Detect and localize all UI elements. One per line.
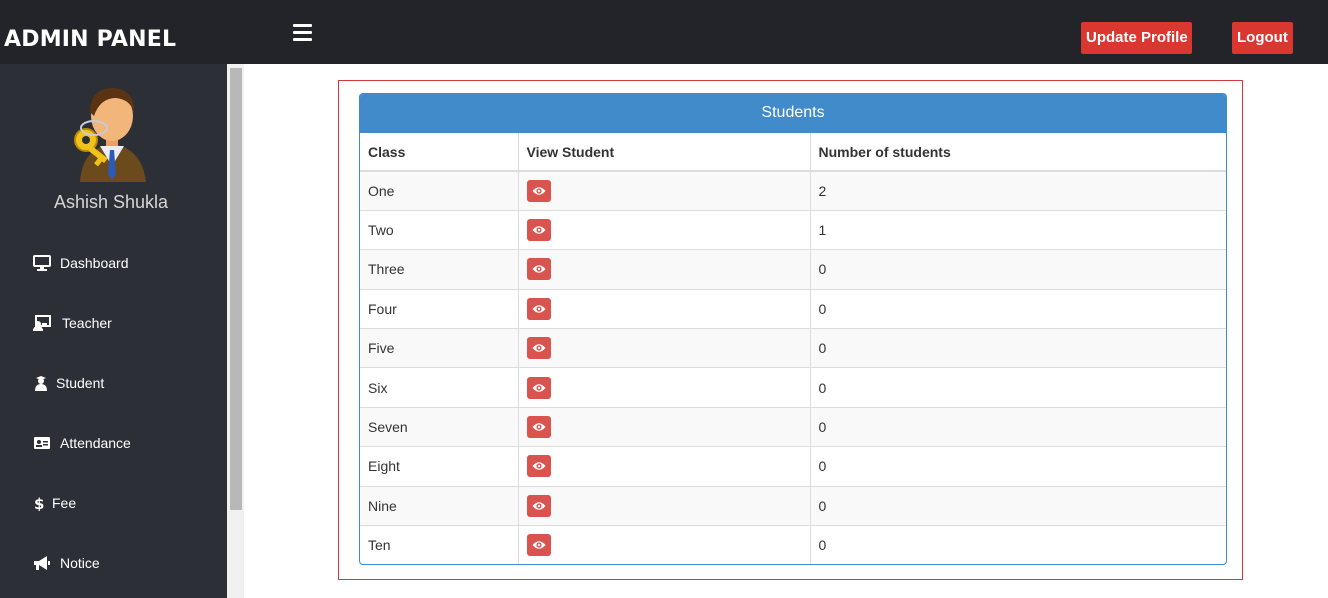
view-student-cell: [518, 170, 811, 211]
sidebar-item-label: Fee: [52, 495, 77, 511]
eye-icon: [532, 344, 545, 352]
view-student-button[interactable]: [526, 179, 551, 202]
logout-button[interactable]: Logout: [1232, 22, 1293, 54]
view-student-button[interactable]: [526, 297, 551, 320]
table-row: Eight 0: [360, 446, 1226, 487]
student-count-cell: 0: [810, 446, 1226, 487]
table-row: Seven 0: [360, 406, 1226, 447]
top-navbar: ADMIN PANEL Update Profile Logout: [0, 0, 1328, 64]
class-name-cell: Six: [360, 367, 519, 408]
table-row: Two 1: [360, 209, 1226, 250]
update-profile-button[interactable]: Update Profile: [1081, 22, 1192, 54]
view-student-button[interactable]: [526, 494, 551, 517]
class-name-cell: Two: [360, 209, 519, 250]
sidebar-item-label: Attendance: [60, 435, 131, 451]
eye-icon: [532, 541, 545, 550]
eye-icon: [532, 423, 545, 431]
eye-icon: [532, 265, 545, 274]
panel-title: Students: [360, 94, 1226, 133]
student-count-cell: 1: [810, 209, 1226, 250]
dollar-icon: $: [34, 495, 44, 511]
table-row: Five 0: [360, 328, 1226, 368]
table-row: Nine 0: [360, 485, 1226, 526]
sidebar-item-teacher[interactable]: Teacher: [0, 303, 227, 343]
sidebar-item-attendance[interactable]: Attendance: [0, 423, 227, 463]
teacher-icon: [33, 315, 51, 331]
view-student-cell: [518, 406, 811, 447]
table-header-row: Class View Student Number of students: [360, 133, 1226, 172]
eye-icon: [532, 187, 545, 195]
student-count-cell: 2: [810, 170, 1226, 211]
user-name: Ashish Shukla: [53, 192, 169, 212]
eye-icon: [532, 305, 545, 313]
sidebar-item-student[interactable]: Student: [0, 363, 227, 403]
sidebar-item-label: Student: [56, 375, 105, 391]
student-count-cell: 0: [810, 367, 1226, 408]
id-card-icon: [34, 437, 50, 449]
sidebar-item-notice[interactable]: Notice: [0, 543, 227, 583]
eye-icon: [532, 462, 545, 471]
class-name-cell: Three: [360, 249, 519, 290]
table-row: Four 0: [360, 288, 1226, 329]
column-header-class: Class: [360, 133, 519, 172]
eye-icon: [532, 383, 545, 392]
student-count-cell: 0: [810, 328, 1226, 368]
class-name-cell: Eight: [360, 446, 519, 487]
view-student-cell: [518, 288, 811, 329]
class-name-cell: Nine: [360, 485, 519, 526]
eye-icon: [532, 226, 545, 234]
students-table: Class View Student Number of students On…: [360, 133, 1226, 564]
student-count-cell: 0: [810, 485, 1226, 526]
table-row: Three 0: [360, 249, 1226, 290]
class-name-cell: Ten: [360, 525, 519, 564]
table-row: Ten 0: [360, 525, 1226, 564]
view-student-cell: [518, 209, 811, 250]
sidebar-item-dashboard[interactable]: Dashboard: [0, 243, 227, 283]
student-count-cell: 0: [810, 525, 1226, 564]
table-row: One 2: [360, 170, 1226, 211]
admin-avatar-icon: [74, 88, 146, 182]
column-header-view-student: View Student: [518, 133, 811, 172]
table-row: Six 0: [360, 367, 1226, 408]
class-name-cell: Seven: [360, 406, 519, 447]
class-name-cell: One: [360, 170, 519, 211]
student-count-cell: 0: [810, 249, 1226, 290]
view-student-button[interactable]: [526, 416, 551, 439]
class-name-cell: Five: [360, 328, 519, 368]
sidebar: Ashish Shukla Dashboard Teacher Student: [0, 64, 227, 598]
svg-text:$: $: [34, 495, 44, 511]
view-student-cell: [518, 249, 811, 290]
view-student-button[interactable]: [526, 455, 551, 478]
sidebar-item-label: Dashboard: [60, 255, 129, 271]
view-student-cell: [518, 525, 811, 564]
column-header-number-of-students: Number of students: [810, 133, 1226, 172]
bullhorn-icon: [34, 556, 50, 570]
view-student-button[interactable]: [526, 376, 551, 399]
view-student-button[interactable]: [526, 258, 551, 281]
view-student-button[interactable]: [526, 534, 551, 557]
sidebar-item-fee[interactable]: $ Fee: [0, 483, 227, 523]
menu-toggle-icon[interactable]: [293, 24, 312, 41]
view-student-cell: [518, 328, 811, 368]
brand-title: ADMIN PANEL: [4, 27, 177, 52]
student-icon: [35, 376, 47, 391]
sidebar-item-label: Teacher: [62, 315, 112, 331]
view-student-button[interactable]: [526, 337, 551, 360]
sidebar-item-label: Notice: [60, 555, 100, 571]
class-name-cell: Four: [360, 288, 519, 329]
student-count-cell: 0: [810, 288, 1226, 329]
student-count-cell: 0: [810, 406, 1226, 447]
view-student-button[interactable]: [526, 219, 551, 242]
view-student-cell: [518, 367, 811, 408]
students-panel: Students Class View Student Number of st…: [359, 93, 1227, 565]
monitor-icon: [33, 255, 51, 271]
view-student-cell: [518, 446, 811, 487]
eye-icon: [532, 502, 545, 510]
scrollbar-thumb[interactable]: [230, 68, 242, 510]
view-student-cell: [518, 485, 811, 526]
